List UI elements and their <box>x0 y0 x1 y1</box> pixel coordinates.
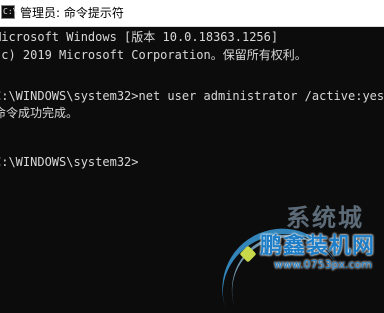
console-line-result: 命令成功完成。 <box>0 106 79 120</box>
watermark-logo: 系统城 鹏鑫装机网 www.0753px.com <box>206 190 384 313</box>
console-line-version: Microsoft Windows [版本 10.0.18363.1256] <box>0 30 279 44</box>
watermark-url: www.0753px.com <box>274 258 372 271</box>
title-bar[interactable]: C:\ 管理员: 命令提示符 <box>0 0 384 27</box>
console-line-copyright: (c) 2019 Microsoft Corporation。保留所有权利。 <box>0 48 307 62</box>
watermark-name: 鹏鑫装机网 <box>260 234 376 259</box>
window-title: 管理员: 命令提示符 <box>20 6 124 20</box>
console-line-command: C:\WINDOWS\system32>net user administrat… <box>0 89 384 103</box>
console-line-prompt: C:\WINDOWS\system32> <box>0 154 139 170</box>
cmd-icon: C:\ <box>1 5 17 19</box>
prompt-text: C:\WINDOWS\system32> <box>0 155 139 169</box>
